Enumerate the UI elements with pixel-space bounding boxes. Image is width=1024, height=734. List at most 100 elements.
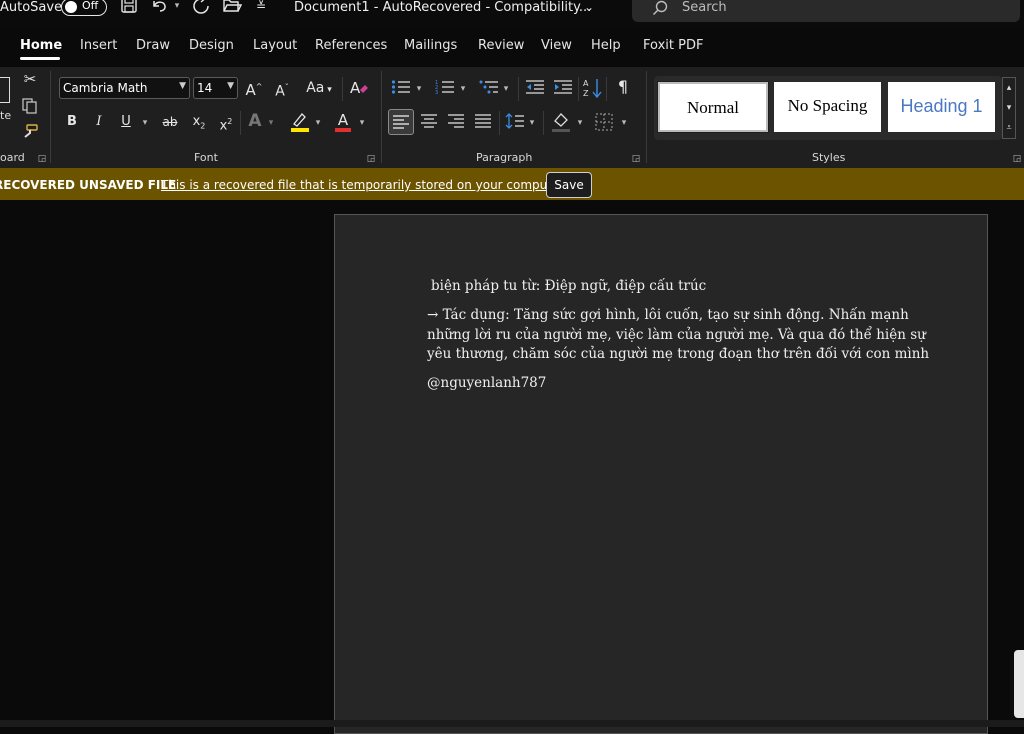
ribbon-separator [342,77,343,101]
message-bar-title: RECOVERED UNSAVED FILE [0,178,177,192]
autosave-toggle[interactable]: Off [61,0,107,16]
increase-indent-icon[interactable] [553,79,573,99]
tab-foxit-pdf[interactable]: Foxit PDF [643,38,703,53]
document-page[interactable]: biện pháp tu từ: Điệp ngữ, điệp cấu trúc… [334,214,988,734]
paragraph-launcher-icon[interactable]: ◲ [631,149,641,169]
align-right-icon[interactable] [447,113,465,133]
message-bar-link[interactable]: This is a recovered file that is tempora… [161,178,567,192]
strikethrough-button[interactable]: ab [160,112,180,132]
font-size-value: 14 [197,81,213,95]
ribbon-separator [606,77,607,101]
ribbon-separator [50,71,51,163]
chevron-up-icon: ▴ [1006,83,1012,93]
font-color-button[interactable]: A [334,110,352,134]
title-dropdown-icon[interactable]: ⌄ [580,0,598,17]
tab-home[interactable]: Home [20,38,62,53]
copy-icon[interactable] [22,98,38,118]
shrink-font-button[interactable]: Aˇ [272,78,292,102]
font-size-combo[interactable]: 14 ▼ [193,77,238,99]
undo-icon[interactable] [150,0,170,15]
bullets-dropdown-icon[interactable]: ▾ [414,79,424,99]
doc-line-1: biện pháp tu từ: Điệp ngữ, điệp cấu trúc [431,278,707,294]
cut-icon[interactable]: ✂ [20,69,40,89]
line-spacing-dropdown-icon[interactable]: ▾ [527,113,537,133]
save-icon[interactable] [120,0,138,15]
recovered-file-message-bar: RECOVERED UNSAVED FILE This is a recover… [0,168,1024,200]
paste-icon[interactable] [0,77,10,103]
undo-dropdown-icon[interactable]: ▾ [172,0,182,16]
ribbon-separator [646,71,647,163]
superscript-button[interactable]: x2 [217,112,235,136]
status-bar [0,720,1024,727]
sort-icon[interactable]: AZ [583,77,603,103]
styles-scroll[interactable]: ▴ ▾ ⩡ [1002,77,1016,139]
format-painter-icon[interactable] [21,124,39,144]
text-effects-button[interactable]: A [246,111,264,131]
clear-formatting-icon[interactable]: A [349,79,369,101]
tab-review[interactable]: Review [478,38,524,53]
shading-icon[interactable] [551,111,571,137]
customize-toolbar-icon[interactable]: ≚ [254,0,268,16]
multilevel-dropdown-icon[interactable]: ▾ [501,79,511,99]
bullets-icon[interactable] [391,79,411,99]
title-bar: AutoSave Off ▾ ≚ Document1 - AutoRecover… [0,0,1024,30]
highlight-button[interactable] [290,111,310,133]
styles-launcher-icon[interactable]: ◲ [1012,149,1022,169]
more-styles-icon: ⩡ [1006,123,1012,133]
highlight-dropdown-icon[interactable]: ▾ [313,113,323,133]
font-launcher-icon[interactable]: ◲ [366,149,376,169]
text-effects-dropdown-icon[interactable]: ▾ [266,113,276,133]
tab-help[interactable]: Help [591,38,621,53]
subscript-button[interactable]: x2 [190,112,208,137]
autosave-label: AutoSave [0,0,63,15]
open-icon[interactable] [222,0,243,15]
shading-dropdown-icon[interactable]: ▾ [575,113,585,133]
align-left-button[interactable] [388,109,414,135]
borders-dropdown-icon[interactable]: ▾ [619,113,629,133]
tab-draw[interactable]: Draw [136,38,170,53]
multilevel-list-icon[interactable] [479,79,499,99]
tab-mailings[interactable]: Mailings [404,38,457,53]
ribbon-separator [381,71,382,163]
svg-text:A: A [350,79,361,97]
save-button[interactable]: Save [546,172,592,198]
ribbon-separator [499,111,500,135]
show-formatting-button[interactable]: ¶ [614,77,632,97]
grow-font-button[interactable]: A^ [244,77,264,100]
align-center-icon[interactable] [420,113,438,133]
ribbon-separator [518,77,519,101]
tab-insert[interactable]: Insert [80,38,117,53]
vertical-scrollbar-thumb[interactable] [1014,650,1024,718]
style-no-spacing[interactable]: No Spacing [774,82,881,132]
doc-line-2: → Tác dụng: Tăng sức gợi hình, lôi cuốn,… [427,307,909,323]
justify-icon[interactable] [474,113,492,133]
bold-button[interactable]: B [63,112,81,132]
redo-icon[interactable] [192,0,210,15]
doc-line-3: những lời ru của người mẹ, việc làm của … [427,326,926,343]
underline-dropdown-icon[interactable]: ▾ [140,113,150,133]
font-name-combo[interactable]: Cambria Math ▼ [59,77,190,99]
borders-icon[interactable] [595,113,613,135]
tab-layout[interactable]: Layout [253,38,297,53]
paste-label: te [0,109,12,122]
underline-button[interactable]: U [117,112,135,132]
clipboard-launcher-icon[interactable]: ◲ [37,149,47,169]
tab-references[interactable]: References [315,38,387,53]
tab-design[interactable]: Design [189,38,234,53]
font-color-dropdown-icon[interactable]: ▾ [357,113,367,133]
search-box[interactable]: Search [632,0,1020,22]
font-name-value: Cambria Math [63,81,148,95]
decrease-indent-icon[interactable] [525,79,545,99]
ribbon-separator [240,111,241,135]
style-normal[interactable]: Normal [657,81,769,133]
italic-button[interactable]: I [90,112,108,132]
document-title: Document1 - AutoRecovered - Compatibilit… [294,0,592,15]
ribbon-separator [543,111,544,135]
chevron-down-icon: ▼ [179,81,186,91]
change-case-button[interactable]: Aa ▾ [302,78,336,100]
numbering-dropdown-icon[interactable]: ▾ [458,79,468,99]
style-heading-1[interactable]: Heading 1 [888,82,995,132]
tab-view[interactable]: View [541,38,572,53]
line-spacing-icon[interactable] [505,112,525,134]
numbering-icon[interactable]: 123 [435,79,455,99]
